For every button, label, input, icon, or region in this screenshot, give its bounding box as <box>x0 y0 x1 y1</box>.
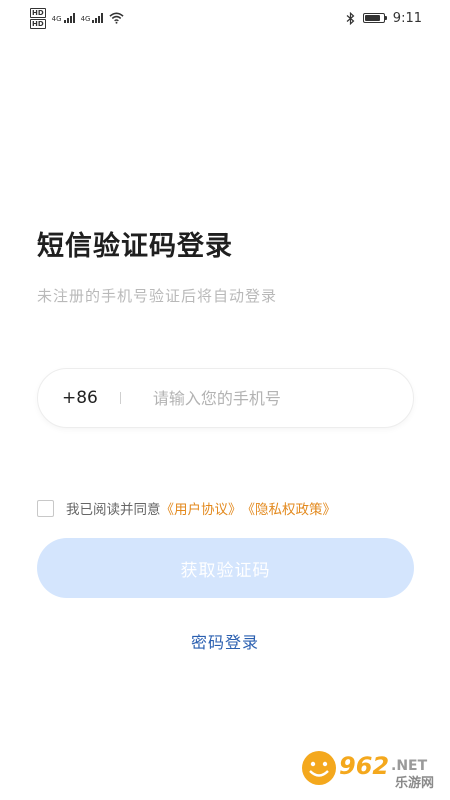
phone-number-input[interactable] <box>152 388 389 408</box>
watermark-cn: 乐游网 <box>395 775 434 791</box>
status-time: 9:11 <box>392 10 422 26</box>
password-login-link[interactable]: 密码登录 <box>0 629 450 653</box>
hd-icon: HD <box>30 7 46 18</box>
page-title: 短信验证码登录 <box>37 231 233 262</box>
user-agreement-link[interactable]: 《用户协议》 <box>161 498 242 518</box>
battery-level <box>364 15 381 21</box>
status-right: 9:11 <box>346 11 422 26</box>
agreement-row: 我已阅读并同意 《用户协议》 《隐私权政策》 <box>37 498 336 518</box>
network-type-label: 4G <box>51 15 62 23</box>
network-type-label: 4G <box>80 15 91 23</box>
status-left: HD HD 4G 4G <box>30 7 125 29</box>
get-code-button[interactable]: 获取验证码 <box>37 538 414 598</box>
wifi-icon <box>109 12 125 24</box>
input-divider <box>119 392 121 404</box>
hd-indicators: HD HD <box>30 7 46 29</box>
hd-icon: HD <box>30 18 46 29</box>
agreement-prefix: 我已阅读并同意 <box>66 502 161 518</box>
watermark-smile-icon <box>302 751 336 785</box>
battery-icon <box>362 13 387 23</box>
watermark-number: 962 <box>339 752 389 780</box>
page-subtitle: 未注册的手机号验证后将自动登录 <box>37 287 278 305</box>
watermark-suffix: .NET <box>391 758 428 774</box>
privacy-policy-link[interactable]: 《隐私权政策》 <box>242 498 337 518</box>
watermark-logo: 962 .NET 乐游网 <box>302 751 434 791</box>
agreement-checkbox[interactable] <box>37 499 54 517</box>
bluetooth-icon <box>346 11 355 25</box>
country-code-selector[interactable]: +86 <box>62 388 98 408</box>
phone-input-box[interactable]: +86 <box>37 368 414 428</box>
status-bar: HD HD 4G 4G 9:11 <box>0 0 450 36</box>
signal-icon: 4G <box>81 13 104 23</box>
signal-icon: 4G <box>52 13 75 23</box>
